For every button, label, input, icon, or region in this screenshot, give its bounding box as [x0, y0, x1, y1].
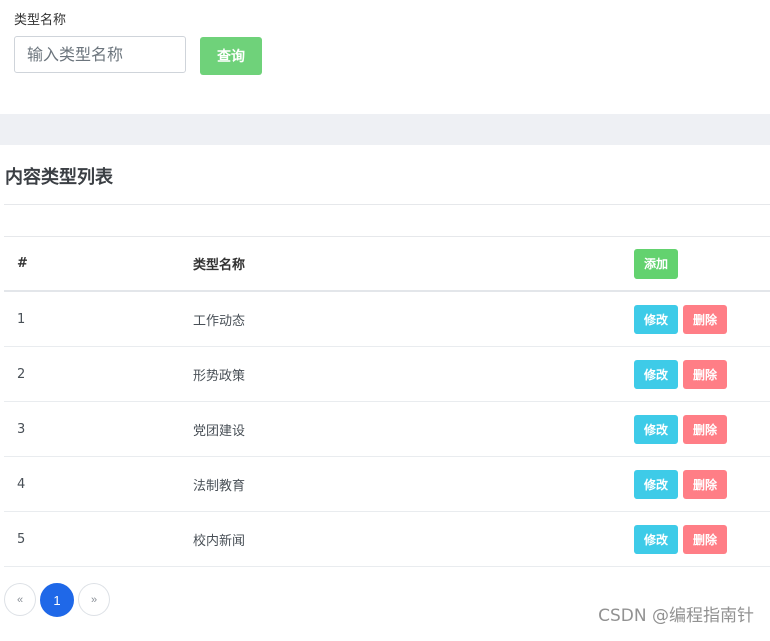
edit-button[interactable]: 修改	[634, 469, 678, 499]
table-row: 3 党团建设 修改 删除	[4, 402, 770, 457]
edit-button[interactable]: 修改	[634, 524, 678, 554]
column-header-type-name: 类型名称	[193, 258, 246, 273]
row-index: 5	[17, 531, 26, 547]
table-row: 1 工作动态 修改 删除	[4, 292, 770, 347]
row-index: 4	[17, 476, 26, 492]
table-header: # 类型名称 添加	[4, 237, 770, 292]
row-index: 1	[17, 311, 26, 327]
type-name-search-input[interactable]	[14, 36, 186, 73]
edit-button[interactable]: 修改	[634, 414, 678, 444]
table-body: 1 工作动态 修改 删除 2 形势政策 修改 删除 3 党团建设 修改 删除 4 法制教育 修改 删除 5 校内新…	[4, 292, 770, 567]
delete-button[interactable]: 删除	[683, 414, 727, 444]
row-type-name: 校内新闻	[193, 533, 246, 549]
watermark: CSDN @编程指南针	[598, 606, 754, 626]
column-header-index: #	[17, 256, 28, 271]
search-panel: 类型名称 查询	[0, 0, 770, 114]
row-type-name: 形势政策	[193, 368, 246, 384]
pagination: « 1 »	[4, 583, 110, 617]
row-index: 3	[17, 421, 26, 437]
search-label: 类型名称	[14, 12, 67, 27]
delete-button[interactable]: 删除	[683, 304, 727, 334]
prev-page-button[interactable]: «	[4, 583, 36, 616]
card-divider	[4, 204, 770, 205]
edit-button[interactable]: 修改	[634, 304, 678, 334]
row-type-name: 党团建设	[193, 423, 246, 439]
row-actions: 修改 删除	[634, 347, 727, 401]
page: 类型名称 查询 内容类型列表 # 类型名称 添加 1工作动态修改删除2形势政策修…	[0, 0, 770, 641]
search-button[interactable]: 查询	[200, 37, 262, 75]
header-actions: 添加	[634, 237, 678, 290]
edit-button[interactable]: 修改	[634, 359, 678, 389]
page-1-button[interactable]: 1	[40, 583, 74, 617]
row-index: 2	[17, 366, 26, 382]
row-actions: 修改 删除	[634, 512, 727, 566]
section-separator	[0, 114, 770, 145]
table-row: 4 法制教育 修改 删除	[4, 457, 770, 512]
delete-button[interactable]: 删除	[683, 469, 727, 499]
row-type-name: 工作动态	[193, 313, 246, 329]
add-button[interactable]: 添加	[634, 248, 678, 279]
table-row: 2 形势政策 修改 删除	[4, 347, 770, 402]
delete-button[interactable]: 删除	[683, 524, 727, 554]
row-actions: 修改 删除	[634, 292, 727, 346]
row-actions: 修改 删除	[634, 402, 727, 456]
content-type-table: # 类型名称 添加 1 工作动态 修改 删除 2 形势政策 修改 删除 3 党团建设 修改 删除 4 法制…	[4, 237, 770, 567]
row-type-name: 法制教育	[193, 478, 246, 494]
card-title: 内容类型列表	[5, 167, 113, 188]
table-row: 5 校内新闻 修改 删除	[4, 512, 770, 567]
row-actions: 修改 删除	[634, 457, 727, 511]
next-page-button[interactable]: »	[78, 583, 110, 616]
delete-button[interactable]: 删除	[683, 359, 727, 389]
